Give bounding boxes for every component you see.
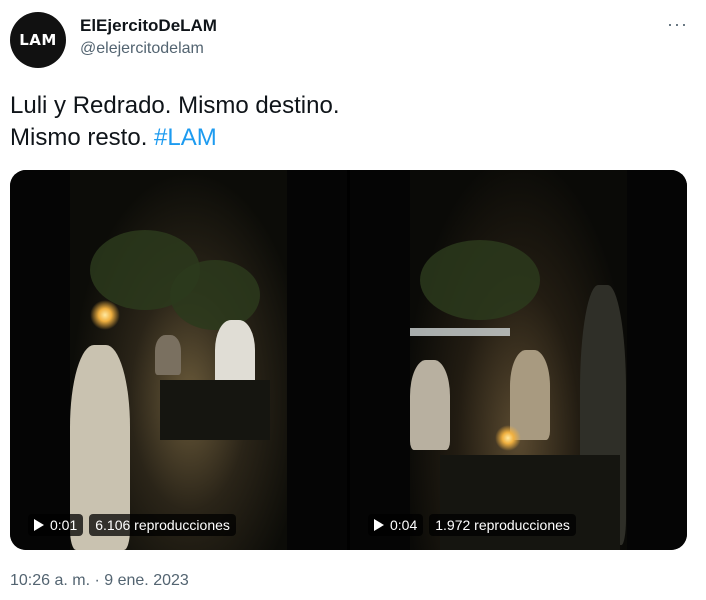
video-controls-1: 0:01 6.106 reproducciones bbox=[28, 514, 236, 536]
tweet-line-1: Luli y Redrado. Mismo destino. bbox=[10, 92, 340, 119]
view-count-1: 6.106 reproducciones bbox=[89, 514, 236, 536]
tweet-text: Luli y Redrado. Mismo destino. Mismo res… bbox=[10, 90, 339, 154]
tweet-timestamp[interactable]: 10:26 a. m. · 9 ene. 2023 bbox=[10, 572, 189, 590]
avatar[interactable]: LAM bbox=[10, 12, 66, 68]
video-scene-candle bbox=[495, 425, 521, 451]
media-grid: 0:01 6.106 reproducciones 0:04 1.972 rep… bbox=[10, 170, 687, 550]
avatar-logo-text: LAM bbox=[19, 31, 57, 49]
play-icon bbox=[374, 519, 384, 531]
video-scene-person bbox=[155, 335, 181, 375]
tweet-line-2-text: Mismo resto. bbox=[10, 124, 155, 151]
video-scene-person bbox=[410, 360, 450, 450]
video-duration-2: 0:04 bbox=[390, 517, 418, 533]
video-scene-person bbox=[510, 350, 550, 440]
video-duration-1: 0:01 bbox=[50, 517, 78, 533]
user-handle[interactable]: @elejercitodelam bbox=[80, 40, 204, 58]
display-name[interactable]: ElEjercitoDeLAM bbox=[80, 16, 217, 36]
view-count-2: 1.972 reproducciones bbox=[429, 514, 576, 536]
video-frame-1 bbox=[70, 170, 287, 550]
video-player-1[interactable]: 0:01 6.106 reproducciones bbox=[10, 170, 347, 550]
video-frame-2 bbox=[410, 170, 627, 550]
video-scene-tree bbox=[170, 260, 260, 330]
play-duration-chip-1[interactable]: 0:01 bbox=[28, 514, 84, 536]
tweet-line-2: Mismo resto. #LAM bbox=[10, 122, 339, 154]
play-duration-chip-2[interactable]: 0:04 bbox=[368, 514, 424, 536]
video-player-2[interactable]: 0:04 1.972 reproducciones bbox=[350, 170, 687, 550]
play-icon bbox=[34, 519, 44, 531]
video-scene-lamp bbox=[90, 300, 120, 330]
video-scene-awning bbox=[410, 328, 510, 336]
hashtag-link[interactable]: #LAM bbox=[154, 124, 217, 151]
video-scene-tree bbox=[420, 240, 540, 320]
tweet-header: LAM ElEjercitoDeLAM @elejercitodelam ··· bbox=[10, 10, 696, 68]
video-controls-2: 0:04 1.972 reproducciones bbox=[368, 514, 576, 536]
more-options-icon[interactable]: ··· bbox=[667, 14, 688, 35]
video-scene-table bbox=[160, 380, 270, 440]
